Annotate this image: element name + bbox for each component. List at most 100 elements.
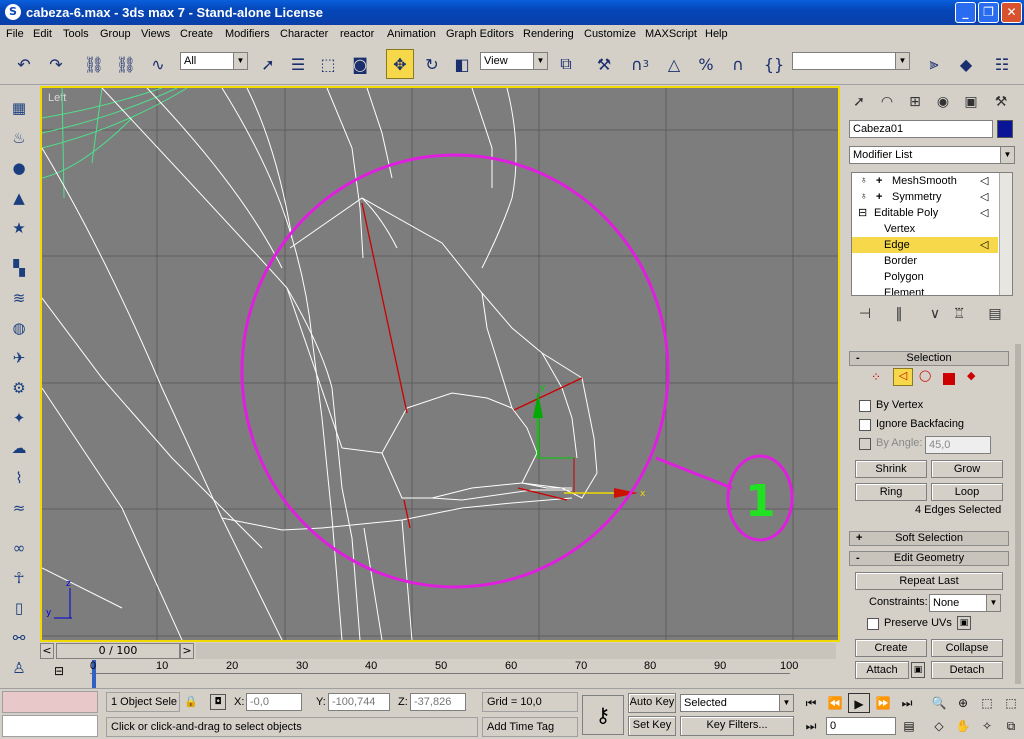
expand-icon[interactable]: + bbox=[876, 173, 882, 189]
maximize-viewport-icon[interactable]: ⧉ bbox=[1000, 716, 1022, 736]
menu-create[interactable]: Create bbox=[180, 28, 213, 40]
rectangular-selection-icon[interactable]: ⬚ bbox=[314, 49, 342, 79]
grow-button[interactable]: Grow bbox=[931, 460, 1003, 478]
menu-help[interactable]: Help bbox=[705, 28, 728, 40]
vertex-mode-icon[interactable]: ⁘ bbox=[871, 370, 881, 384]
element-mode-icon[interactable]: ◆ bbox=[967, 369, 975, 382]
display-tab-icon[interactable]: ▣ bbox=[959, 90, 983, 114]
cone-icon[interactable]: ▲ bbox=[7, 186, 31, 210]
stack-item-vertex[interactable]: Vertex bbox=[852, 221, 998, 237]
select-and-manipulate-icon[interactable]: ⚒ bbox=[590, 49, 618, 79]
by-angle-checkbox[interactable] bbox=[859, 438, 871, 450]
show-end-result-icon[interactable]: ‖ bbox=[887, 302, 911, 326]
ring-button[interactable]: Ring bbox=[855, 483, 927, 501]
next-frame-icon[interactable]: ⏩ bbox=[872, 693, 894, 713]
redo-icon[interactable]: ↷ bbox=[42, 49, 70, 79]
shrink-button[interactable]: Shrink bbox=[855, 460, 927, 478]
expand-icon[interactable]: + bbox=[876, 189, 882, 205]
time-configuration-icon[interactable]: ▤ bbox=[898, 716, 920, 736]
teapot-icon[interactable]: ♨ bbox=[7, 126, 31, 150]
settings-icon[interactable]: ▣ bbox=[957, 616, 971, 630]
tube-icon[interactable]: ◍ bbox=[7, 316, 31, 340]
bone-icon[interactable]: ▯ bbox=[7, 596, 31, 620]
attach-list-icon[interactable]: ▣ bbox=[911, 662, 925, 678]
menu-rendering[interactable]: Rendering bbox=[523, 28, 574, 40]
object-name-field[interactable]: Cabeza01 bbox=[849, 120, 993, 138]
bind-space-warp-icon[interactable]: ∿ bbox=[144, 49, 172, 79]
menu-modifiers[interactable]: Modifiers bbox=[225, 28, 270, 40]
collapse-icon[interactable]: ⊟ bbox=[858, 205, 867, 221]
attach-button[interactable]: Attach bbox=[855, 661, 909, 679]
select-object-icon[interactable]: ➚ bbox=[254, 49, 282, 79]
window-crossing-icon[interactable]: ◙ bbox=[346, 49, 374, 79]
pan-icon[interactable]: ✋ bbox=[952, 716, 974, 736]
hierarchy-tab-icon[interactable]: ⊞ bbox=[903, 90, 927, 114]
maxscript-listener[interactable] bbox=[2, 691, 98, 713]
collapse-button[interactable]: Collapse bbox=[931, 639, 1003, 657]
stack-item-polygon[interactable]: Polygon bbox=[852, 269, 998, 285]
chair-icon[interactable]: ♙ bbox=[7, 656, 31, 680]
minimize-button[interactable]: _ bbox=[955, 2, 976, 23]
loop-button[interactable]: Loop bbox=[931, 483, 1003, 501]
motion-tab-icon[interactable]: ◉ bbox=[931, 90, 955, 114]
y-coord-field[interactable]: -100,744 bbox=[328, 693, 390, 711]
stack-item-element[interactable]: Element bbox=[852, 285, 998, 295]
menu-group[interactable]: Group bbox=[100, 28, 131, 40]
named-selection-sets-dropdown[interactable]: ▼ bbox=[792, 52, 910, 70]
viewport-left[interactable]: Left y x 1 z y bbox=[40, 86, 840, 642]
border-mode-icon[interactable]: ◯ bbox=[919, 369, 931, 382]
menu-graph-editors[interactable]: Graph Editors bbox=[446, 28, 514, 40]
ignore-backfacing-checkbox[interactable] bbox=[859, 419, 871, 431]
go-to-start-icon[interactable]: ⏮ bbox=[800, 693, 822, 713]
modifier-list-dropdown[interactable]: Modifier List ▼ bbox=[849, 146, 1015, 164]
remove-modifier-icon[interactable]: ♖ bbox=[947, 302, 971, 326]
select-by-name-icon[interactable]: ☰ bbox=[284, 49, 312, 79]
mirror-icon[interactable]: ⫸ bbox=[920, 49, 948, 79]
stack-scrollbar[interactable] bbox=[999, 173, 1012, 295]
auto-key-button[interactable]: Auto Key bbox=[628, 693, 676, 713]
pin-stack-icon[interactable]: ⊣ bbox=[853, 302, 877, 326]
menu-views[interactable]: Views bbox=[141, 28, 170, 40]
select-and-link-icon[interactable]: ⛓ bbox=[80, 49, 108, 79]
repeat-last-button[interactable]: Repeat Last bbox=[855, 572, 1003, 590]
selection-filter-dropdown[interactable]: All ▼ bbox=[180, 52, 248, 70]
key-filters-button[interactable]: Key Filters... bbox=[680, 716, 794, 736]
snap-3d-toggle-icon[interactable]: ∩ 3 bbox=[626, 49, 654, 79]
maximize-button[interactable]: ❐ bbox=[978, 2, 999, 23]
field-of-view-icon[interactable]: ◇ bbox=[928, 716, 950, 736]
knot-icon[interactable]: ∞ bbox=[7, 536, 31, 560]
x-coord-field[interactable]: -0,0 bbox=[246, 693, 302, 711]
menu-file[interactable]: File bbox=[6, 28, 24, 40]
zoom-all-icon[interactable]: ⊕ bbox=[952, 693, 974, 713]
star-icon[interactable]: ★ bbox=[7, 216, 31, 240]
polygon-mode-icon[interactable] bbox=[943, 373, 955, 385]
z-coord-field[interactable]: -37,826 bbox=[410, 693, 466, 711]
wind-icon[interactable]: ☁ bbox=[7, 436, 31, 460]
detach-button[interactable]: Detach bbox=[931, 661, 1003, 679]
reference-coordinate-dropdown[interactable]: View ▼ bbox=[480, 52, 548, 70]
stack-item-border[interactable]: Border bbox=[852, 253, 998, 269]
time-slider-thumb[interactable]: 0 / 100 bbox=[56, 643, 180, 659]
spray-icon[interactable]: ✈ bbox=[7, 346, 31, 370]
bend-icon[interactable]: ⌇ bbox=[7, 466, 31, 490]
constraints-dropdown[interactable]: None ▼ bbox=[929, 594, 1001, 612]
menu-character[interactable]: Character bbox=[280, 28, 328, 40]
key-mode-dropdown[interactable]: Selected ▼ bbox=[680, 694, 794, 712]
pin-icon[interactable]: ✦ bbox=[7, 406, 31, 430]
stack-item-symmetry[interactable]: ♁ + Symmetry ◁ bbox=[852, 189, 998, 205]
key-mode-toggle-icon[interactable]: ⏭ bbox=[800, 716, 822, 736]
spring-icon[interactable]: ≋ bbox=[7, 286, 31, 310]
by-vertex-checkbox[interactable] bbox=[859, 400, 871, 412]
zoom-extents-all-icon[interactable]: ⬚ bbox=[1000, 693, 1022, 713]
menu-reactor[interactable]: reactor bbox=[340, 28, 374, 40]
stack-item-meshsmooth[interactable]: ♁ + MeshSmooth ◁ bbox=[852, 173, 998, 189]
create-tab-icon[interactable]: ➚ bbox=[847, 90, 871, 114]
edit-named-selection-icon[interactable]: {} bbox=[760, 49, 788, 79]
selection-rollout-header[interactable]: - Selection bbox=[849, 351, 1009, 366]
biped-icon[interactable]: ☥ bbox=[7, 566, 31, 590]
layer-manager-icon[interactable]: ☷ bbox=[988, 49, 1016, 79]
utilities-tab-icon[interactable]: ⚒ bbox=[989, 90, 1013, 114]
use-pivot-center-icon[interactable]: ⧉ bbox=[552, 49, 580, 79]
set-key-icon[interactable]: ⚷ bbox=[582, 695, 624, 735]
menu-maxscript[interactable]: MAXScript bbox=[645, 28, 697, 40]
